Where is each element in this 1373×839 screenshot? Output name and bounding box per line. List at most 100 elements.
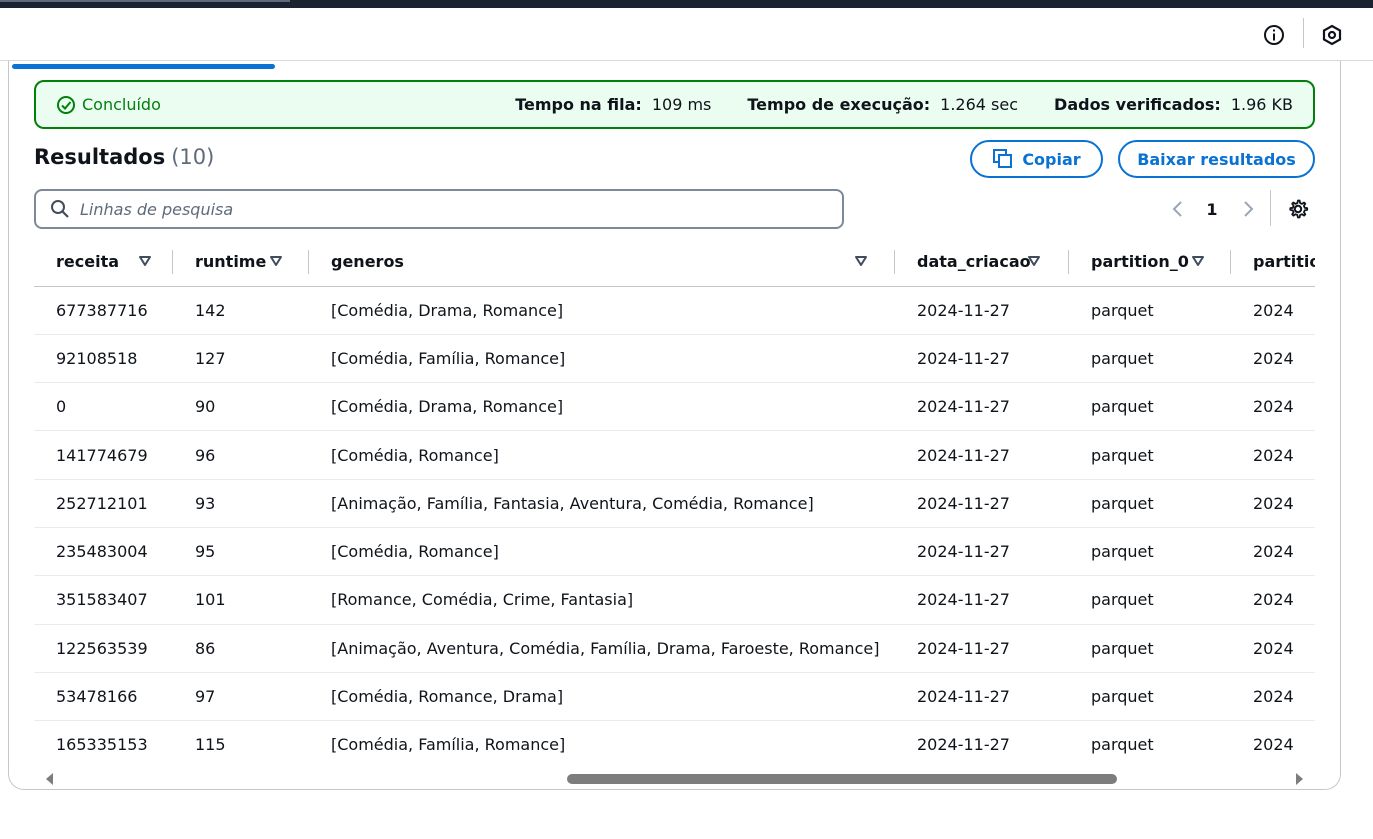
cell-partitio: 2024	[1231, 479, 1315, 528]
scroll-left-arrow[interactable]	[46, 773, 53, 785]
pager-divider	[1270, 190, 1271, 226]
hex-gear-icon[interactable]	[1320, 23, 1344, 47]
results-count: (10)	[171, 145, 215, 169]
prev-page-button[interactable]	[1166, 196, 1190, 222]
search-icon	[51, 200, 69, 218]
cell-data_criacao: 2024-11-27	[895, 624, 1069, 673]
cell-receita: 122563539	[34, 624, 173, 673]
cell-partitio: 2024	[1231, 527, 1315, 577]
exec-time: Tempo de execução: 1.264 sec	[747, 95, 1018, 114]
cell-partition_0: parquet	[1069, 334, 1231, 384]
cell-partitio: 2024	[1231, 720, 1315, 768]
search-input[interactable]	[80, 199, 800, 219]
cell-data_criacao: 2024-11-27	[895, 334, 1069, 384]
column-header-partition_0[interactable]: partition_0	[1069, 238, 1231, 287]
cell-runtime: 115	[173, 720, 309, 768]
download-button-label: Baixar resultados	[1137, 149, 1296, 169]
table-header-row: receita runtime generos data_criacao partiti…	[34, 238, 1315, 287]
sort-caret-icon[interactable]	[1027, 254, 1041, 268]
cell-runtime: 95	[173, 527, 309, 577]
cell-partitio: 2024	[1231, 430, 1315, 480]
cell-data_criacao: 2024-11-27	[895, 479, 1069, 528]
exec-time-label: Tempo de execução:	[747, 95, 931, 114]
cell-partition_0: parquet	[1069, 624, 1231, 673]
column-header-label: partitio	[1253, 252, 1315, 272]
cell-data_criacao: 2024-11-27	[895, 575, 1069, 625]
sort-caret-icon[interactable]	[854, 254, 868, 268]
check-circle-icon	[57, 95, 75, 114]
table-row: 141774679 96 [Comédia, Romance] 2024-11-27 p…	[34, 430, 1315, 480]
table-row: 252712101 93 [Animação, Família, Fantasia,…	[34, 479, 1315, 528]
cell-partition_0: parquet	[1069, 672, 1231, 722]
column-header-partitio[interactable]: partitio	[1231, 238, 1315, 287]
queue-time-label: Tempo na fila:	[515, 95, 642, 114]
data-scanned-label: Dados verificados:	[1054, 95, 1221, 114]
exec-time-value: 1.264 sec	[940, 95, 1019, 114]
table-row: 165335153 115 [Comédia, Família, Romance] 2…	[34, 720, 1315, 768]
cell-runtime: 142	[173, 286, 309, 335]
page-number[interactable]: 1	[1200, 196, 1224, 222]
cell-partitio: 2024	[1231, 575, 1315, 625]
table-row: 677387716 142 [Comédia, Drama, Romance] 202…	[34, 286, 1315, 335]
results-table: receita runtime generos data_criacao partiti…	[34, 238, 1315, 768]
cell-partition_0: parquet	[1069, 575, 1231, 625]
cell-partition_0: parquet	[1069, 286, 1231, 335]
cell-receita: 351583407	[34, 575, 173, 625]
cell-receita: 53478166	[34, 672, 173, 722]
cell-partition_0: parquet	[1069, 382, 1231, 432]
scroll-right-arrow[interactable]	[1296, 773, 1303, 785]
status-metrics: Tempo na fila: 109 ms Tempo de execução: 1…	[515, 95, 1293, 114]
table-row: 235483004 95 [Comédia, Romance] 2024-11-27 p…	[34, 527, 1315, 577]
cell-data_criacao: 2024-11-27	[895, 527, 1069, 577]
queue-time-value: 109 ms	[651, 95, 712, 114]
cell-partitio: 2024	[1231, 334, 1315, 384]
cell-generos: [Romance, Comédia, Crime, Fantasia]	[309, 575, 895, 625]
copy-button[interactable]: Copiar	[970, 140, 1103, 178]
sort-caret-icon[interactable]	[269, 254, 283, 268]
data-scanned-value: 1.96 KB	[1230, 95, 1293, 114]
cell-receita: 252712101	[34, 479, 173, 528]
table-settings-button[interactable]	[1285, 196, 1311, 222]
copy-icon	[993, 149, 1013, 168]
cell-data_criacao: 2024-11-27	[895, 720, 1069, 768]
sort-caret-icon[interactable]	[1191, 254, 1205, 268]
cell-partitio: 2024	[1231, 672, 1315, 722]
cell-partitio: 2024	[1231, 624, 1315, 673]
download-results-button[interactable]: Baixar resultados	[1118, 140, 1315, 178]
cell-generos: [Animação, Aventura, Comédia, Família, D…	[309, 624, 895, 673]
cell-runtime: 96	[173, 430, 309, 480]
next-page-button[interactable]	[1236, 196, 1260, 222]
status-banner: Concluído Tempo na fila: 109 ms Tempo de …	[34, 80, 1315, 129]
cell-data_criacao: 2024-11-27	[895, 286, 1069, 335]
cell-partition_0: parquet	[1069, 430, 1231, 480]
search-box[interactable]	[34, 189, 844, 229]
column-header-receita[interactable]: receita	[34, 238, 173, 287]
column-header-data_criacao[interactable]: data_criacao	[895, 238, 1069, 287]
info-icon[interactable]	[1262, 23, 1286, 47]
cell-runtime: 127	[173, 334, 309, 384]
cell-generos: [Comédia, Família, Romance]	[309, 720, 895, 768]
cell-runtime: 101	[173, 575, 309, 625]
table-row: 351583407 101 [Romance, Comédia, Crime, Fa…	[34, 575, 1315, 625]
column-header-label: runtime	[195, 252, 267, 272]
horizontal-scrollbar[interactable]	[34, 770, 1315, 788]
tab-indicator	[0, 0, 290, 2]
scrollbar-thumb[interactable]	[567, 774, 1117, 784]
cell-receita: 92108518	[34, 334, 173, 384]
column-header-runtime[interactable]: runtime	[173, 238, 309, 287]
gear-icon	[1289, 199, 1309, 219]
browser-top-bar	[0, 0, 1373, 8]
status-label: Concluído	[82, 95, 161, 114]
sort-caret-icon[interactable]	[138, 254, 152, 268]
cell-partition_0: parquet	[1069, 720, 1231, 768]
cell-generos: [Comédia, Drama, Romance]	[309, 286, 895, 335]
copy-button-label: Copiar	[1022, 149, 1081, 169]
cell-receita: 141774679	[34, 430, 173, 480]
column-header-label: partition_0	[1091, 252, 1189, 272]
cell-generos: [Animação, Família, Fantasia, Aventura, …	[309, 479, 895, 528]
column-header-generos[interactable]: generos	[309, 238, 895, 287]
cell-partition_0: parquet	[1069, 527, 1231, 577]
cell-generos: [Comédia, Romance]	[309, 430, 895, 480]
column-header-label: generos	[331, 252, 404, 272]
status-success: Concluído	[56, 95, 161, 115]
